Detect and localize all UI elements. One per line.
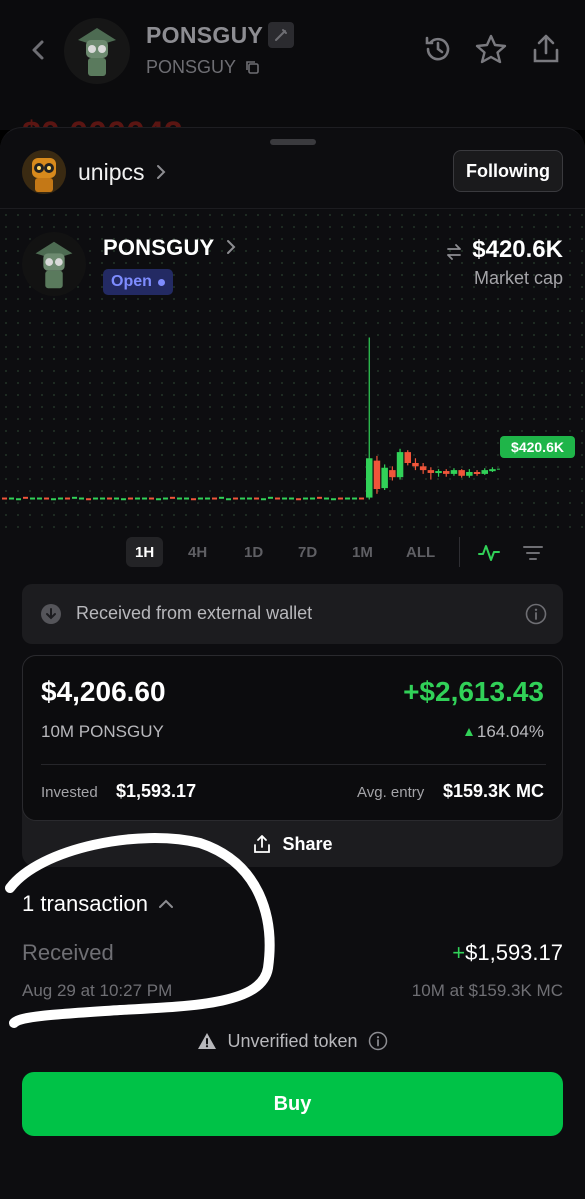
market-cap-label: Market cap [473,268,563,288]
candle-body [450,470,458,474]
candle-body [419,466,427,471]
token-avatar [22,232,86,296]
transactions-count: 1 transaction [22,891,148,916]
status-badge-label: Open [111,273,152,290]
line-chart-icon[interactable] [477,541,501,565]
share-label: Share [282,833,333,854]
invested-label: Invested [41,784,98,801]
token-top-bar: PONSGUY PONSGUY $0.000042 [0,0,585,153]
copy-icon[interactable] [244,59,260,75]
transaction-date: Aug 29 at 10:27 PM [22,981,173,1000]
invested-value: $1,593.17 [116,781,197,801]
candle-body [389,470,396,478]
position-amount: 10M PONSGUY [41,722,164,741]
status-badge: Open [103,269,173,295]
divider [41,764,546,765]
arrow-down-circle-icon [41,604,61,624]
back-icon[interactable] [26,36,50,64]
candle-body [458,470,465,476]
token-header-title: PONSGUY [146,22,264,48]
candle-body [373,460,381,490]
sheet-drag-handle[interactable] [270,139,316,145]
position-card: $4,206.60 +$2,613.43 10M PONSGUY 164.04%… [22,655,563,867]
timeframe-all[interactable]: ALL [397,537,444,567]
token-name[interactable]: PONSGUY [103,235,214,261]
position-summary: $4,206.60 +$2,613.43 10M PONSGUY 164.04%… [22,655,563,821]
market-cap-value: $420.6K [472,236,563,263]
timeframe-selector: 1H 4H 1D 7D 1M ALL [0,533,585,573]
triangle-up-icon [464,728,473,736]
following-button[interactable]: Following [453,150,563,192]
chevron-right-icon [227,240,236,254]
position-value: $4,206.60 [41,676,166,707]
candle-body [412,463,419,467]
token-sheet: unipcs Following PONSGUY Open $420.6K Ma… [0,127,585,1199]
transaction-detail: 10M at $159.3K MC [411,981,563,1000]
position-gain-percent: 164.04% [464,722,544,742]
timeframe-1m[interactable]: 1M [343,537,382,567]
history-icon[interactable] [421,32,455,66]
chevron-right-icon [157,165,166,179]
token-header-symbol: PONSGUY [146,57,237,77]
swap-arrows-icon[interactable] [444,242,464,262]
current-price-tag: $420.6K [500,436,575,458]
transactions-toggle[interactable]: 1 transaction [22,891,174,917]
candle-body [381,467,388,489]
candle-body [404,452,411,463]
received-banner-text: Received from external wallet [76,603,313,623]
creator-name: unipcs [78,158,145,185]
transaction-amount: +$1,593.17 [452,940,563,966]
unverified-token-notice: Unverified token [0,1028,585,1054]
edit-badge-icon[interactable] [268,22,294,48]
transaction-type: Received [22,940,114,965]
transaction-amount-value: $1,593.17 [465,940,563,965]
creator-avatar [22,150,66,194]
avg-entry-value: $159.3K MC [442,781,544,801]
timeframe-1h[interactable]: 1H [126,537,164,567]
candle-body [443,471,450,474]
candle-body [427,470,435,473]
candle-body [466,472,473,476]
buy-button[interactable]: Buy [22,1072,563,1136]
candle-body [366,458,373,498]
received-banner[interactable]: Received from external wallet [22,584,563,644]
timeframe-1d[interactable]: 1D [235,537,272,567]
unverified-token-text: Unverified token [227,1030,358,1051]
status-dot [157,278,165,286]
candle-body [489,469,496,472]
share-icon[interactable] [529,32,563,66]
star-icon[interactable] [474,32,508,66]
info-icon[interactable] [368,1031,388,1051]
creator-row[interactable]: unipcs [22,148,166,196]
token-avatar-large [64,18,130,84]
filter-icon[interactable] [521,541,545,565]
chevron-up-icon [158,899,173,908]
info-icon[interactable] [525,603,547,625]
share-icon [254,835,271,853]
timeframe-7d[interactable]: 7D [289,537,326,567]
share-button[interactable]: Share [22,821,563,867]
avg-entry-label: Avg. entry [357,784,425,801]
warning-icon [198,1033,217,1049]
position-gain: +$2,613.43 [403,676,544,707]
timeframe-4h[interactable]: 4H [179,537,216,567]
candlestick-chart [2,337,500,501]
candle-body [481,470,488,474]
divider [459,537,460,567]
gain-percent-text: 164.04% [476,722,544,741]
transaction-sign: + [452,940,466,965]
candle-body [473,472,481,474]
candle-body [435,471,442,474]
candle-body [396,452,404,478]
